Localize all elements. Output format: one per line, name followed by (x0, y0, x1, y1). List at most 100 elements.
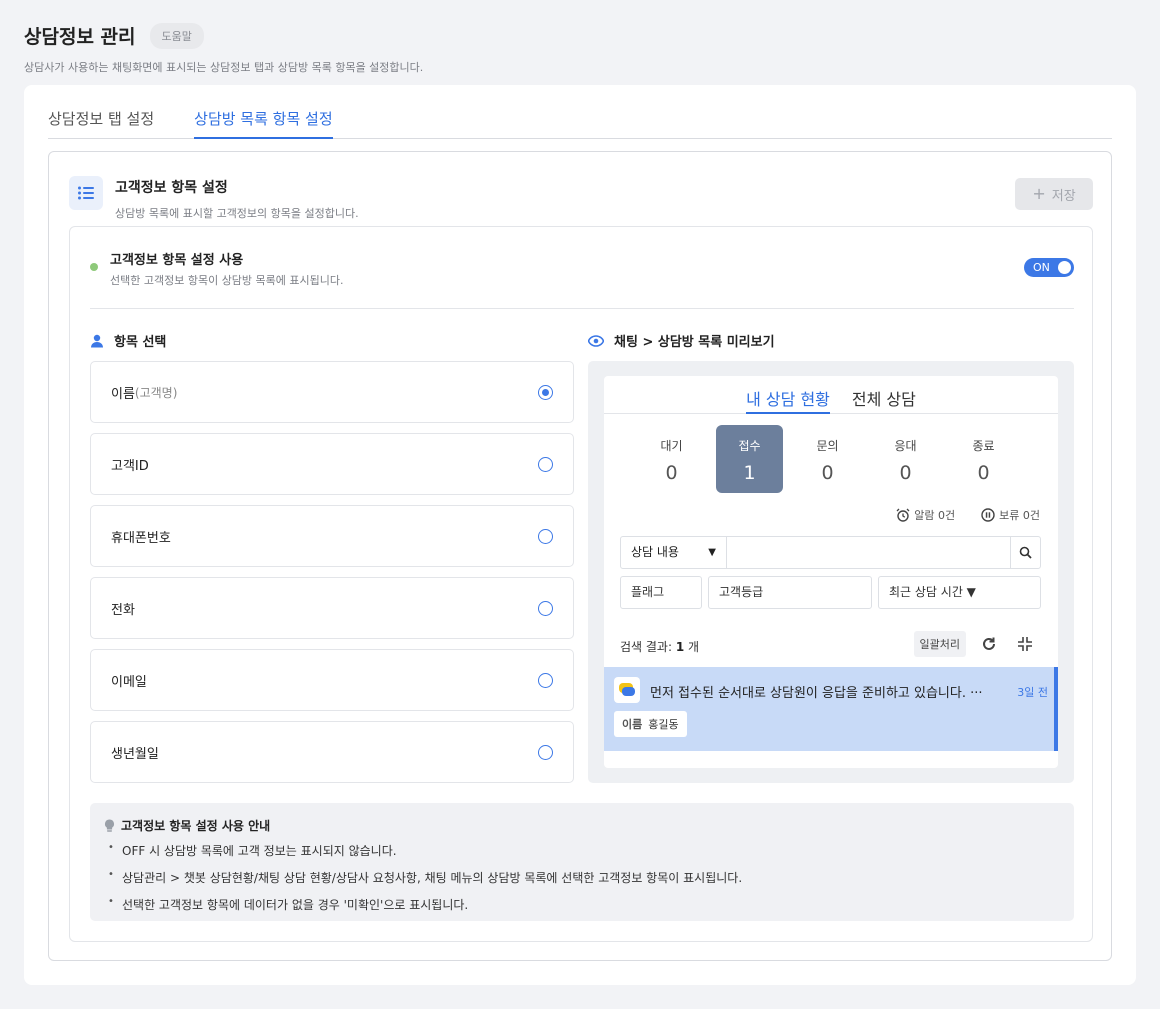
alarm-counter[interactable]: 알람 0건 (896, 507, 955, 523)
item-label: 이메일 (111, 674, 147, 690)
stat-label: 문의 (816, 439, 839, 453)
item-select-header: 항목 선택 (90, 331, 166, 350)
item-list: 이름 (고객명) 고객ID 휴대폰번호 전화 이메일 생년월일 (90, 361, 574, 793)
tab-room-list-items[interactable]: 상담방 목록 항목 설정 (194, 109, 333, 139)
notice-item: 선택한 고객정보 항목에 데이터가 없을 경우 '미확인'으로 표시됩니다. (104, 896, 1060, 913)
tab-bar: 상담정보 탭 설정 상담방 목록 항목 설정 (48, 109, 1112, 139)
notice-item: OFF 시 상담방 목록에 고객 정보는 표시되지 않습니다. (104, 842, 1060, 859)
stat-label: 접수 (738, 439, 761, 453)
settings-card: 상담정보 탭 설정 상담방 목록 항목 설정 고객정보 항목 설정 상담방 목록… (24, 85, 1136, 985)
item-label: 고객ID (111, 458, 149, 474)
radio[interactable] (538, 745, 553, 760)
item-name[interactable]: 이름 (고객명) (90, 361, 574, 423)
stat-value: 1 (743, 462, 756, 484)
stat-closed[interactable]: 종료 0 (950, 425, 1017, 493)
radio[interactable] (538, 457, 553, 472)
search-input[interactable] (727, 537, 1010, 568)
preview-screen: 내 상담 현황 전체 상담 대기 0 접수 1 문의 0 응대 0 종료 0 알람 0건 (604, 376, 1058, 768)
radio-selected[interactable] (538, 385, 553, 400)
preview-panel: 내 상담 현황 전체 상담 대기 0 접수 1 문의 0 응대 0 종료 0 알람 0건 (588, 361, 1074, 783)
alarm-clock-icon (896, 508, 910, 522)
item-phone[interactable]: 전화 (90, 577, 574, 639)
radio[interactable] (538, 673, 553, 688)
chat-room-item[interactable]: 먼저 접수된 순서대로 상담원이 응답을 준비하고 있습니다. ··· 3일 전… (604, 667, 1058, 751)
filter-row: 플래그 고객등급 최근 상담 시간 ▼ (620, 576, 1041, 609)
stat-waiting[interactable]: 대기 0 (638, 425, 705, 493)
filter-flag[interactable]: 플래그 (620, 576, 702, 609)
notice-title: 고객정보 항목 설정 사용 안내 (121, 819, 271, 833)
search-button[interactable] (1010, 537, 1040, 568)
stat-received[interactable]: 접수 1 (716, 425, 783, 493)
section-description: 상담방 목록에 표시할 고객정보의 항목을 설정합니다. (115, 207, 359, 220)
usage-description: 선택한 고객정보 항목이 상담방 목록에 표시됩니다. (110, 274, 344, 287)
eye-icon (588, 334, 604, 347)
usage-row: 고객정보 항목 설정 사용 선택한 고객정보 항목이 상담방 목록에 표시됩니다… (90, 247, 1074, 309)
pause-icon (981, 508, 995, 522)
aux-counters: 알람 0건 보류 0건 (896, 507, 1040, 523)
stat-responding[interactable]: 응대 0 (872, 425, 939, 493)
toggle-label: ON (1033, 261, 1050, 274)
settings-box: 고객정보 항목 설정 사용 선택한 고객정보 항목이 상담방 목록에 표시됩니다… (69, 226, 1093, 942)
stat-value: 0 (977, 462, 990, 484)
stat-value: 0 (821, 462, 834, 484)
stat-label: 응대 (894, 439, 917, 453)
customer-info-section: 고객정보 항목 설정 상담방 목록에 표시할 고객정보의 항목을 설정합니다. … (48, 151, 1112, 961)
save-label: 저장 (1051, 188, 1076, 204)
bulk-process-button[interactable]: 일괄처리 (913, 631, 966, 657)
preview-tab-my[interactable]: 내 상담 현황 (746, 376, 830, 414)
notice-item: 상담관리 > 챗봇 상담현황/채팅 상담 현황/상담사 요청사항, 채팅 메뉴의… (104, 869, 1060, 886)
chat-bubble-icon (614, 677, 640, 703)
refresh-icon[interactable] (976, 631, 1002, 657)
caret-down-icon: ▼ (708, 547, 716, 558)
chat-time: 3일 전 (1017, 686, 1048, 699)
item-label: 전화 (111, 602, 135, 618)
usage-title: 고객정보 항목 설정 사용 (110, 253, 244, 268)
user-icon (91, 334, 103, 347)
item-select-title: 항목 선택 (114, 335, 167, 350)
search-icon (1019, 546, 1032, 559)
stat-label: 종료 (972, 439, 995, 453)
plus-icon: + (1032, 184, 1046, 203)
results-suffix: 개 (684, 640, 700, 654)
filter-recent-time[interactable]: 최근 상담 시간 ▼ (878, 576, 1041, 609)
page-header: 상담정보 관리 도움말 상담사가 사용하는 채팅화면에 표시되는 상담정보 탭과… (24, 22, 423, 75)
filter-grade[interactable]: 고객등급 (708, 576, 872, 609)
item-label: 이름 (111, 386, 135, 402)
item-mobile[interactable]: 휴대폰번호 (90, 505, 574, 567)
page-title: 상담정보 관리 (24, 26, 136, 48)
search-type-label: 상담 내용 (631, 545, 679, 559)
usage-notice: 고객정보 항목 설정 사용 안내 OFF 시 상담방 목록에 고객 정보는 표시… (90, 803, 1074, 921)
chat-message: 먼저 접수된 순서대로 상담원이 응답을 준비하고 있습니다. ··· (650, 686, 983, 701)
item-email[interactable]: 이메일 (90, 649, 574, 711)
tag-label: 이름 (622, 718, 643, 731)
stat-inquiry[interactable]: 문의 0 (794, 425, 861, 493)
hold-label: 보류 0건 (999, 509, 1040, 522)
results-number: 1 (675, 640, 685, 654)
item-label: 휴대폰번호 (111, 530, 171, 546)
item-label: 생년월일 (111, 746, 159, 762)
lightbulb-icon (104, 818, 115, 832)
hold-counter[interactable]: 보류 0건 (981, 507, 1040, 523)
preview-header: 채팅 > 상담방 목록 미리보기 (588, 331, 775, 350)
list-icon (69, 176, 103, 210)
section-title: 고객정보 항목 설정 (115, 180, 228, 196)
save-button[interactable]: + 저장 (1015, 178, 1093, 210)
results-count: 검색 결과: 1 개 (620, 638, 699, 655)
tag-value: 홍길동 (648, 718, 679, 731)
status-dot (90, 263, 98, 271)
usage-toggle[interactable]: ON (1024, 258, 1074, 277)
radio[interactable] (538, 529, 553, 544)
stat-value: 0 (899, 462, 912, 484)
stat-value: 0 (665, 462, 678, 484)
results-prefix: 검색 결과: (620, 640, 676, 654)
help-button[interactable]: 도움말 (149, 22, 204, 49)
tab-consult-info[interactable]: 상담정보 탭 설정 (48, 109, 154, 139)
search-type-select[interactable]: 상담 내용 ▼ (621, 537, 727, 568)
item-birthdate[interactable]: 생년월일 (90, 721, 574, 783)
collapse-icon[interactable] (1012, 631, 1038, 657)
radio[interactable] (538, 601, 553, 616)
item-customer-id[interactable]: 고객ID (90, 433, 574, 495)
result-actions: 일괄처리 (913, 631, 1038, 657)
status-stats: 대기 0 접수 1 문의 0 응대 0 종료 0 (638, 425, 1017, 493)
preview-tab-all[interactable]: 전체 상담 (852, 376, 916, 414)
